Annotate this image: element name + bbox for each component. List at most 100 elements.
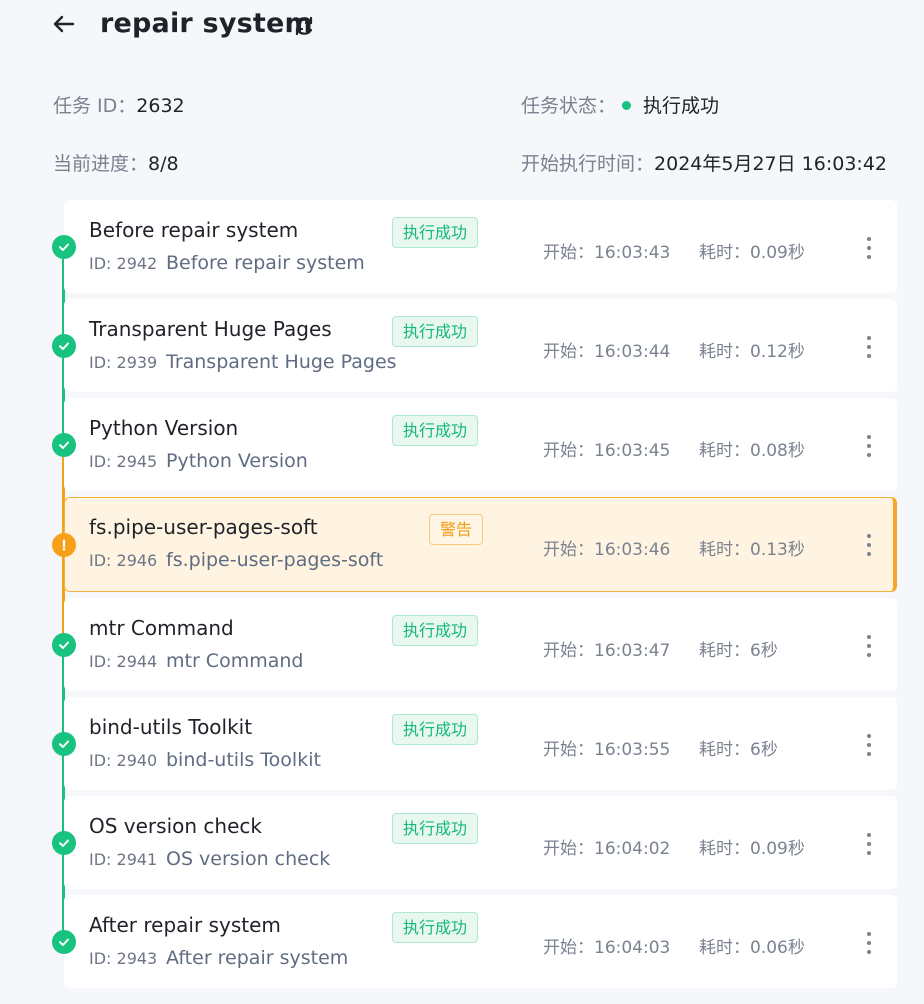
page-header: repair system (0, 0, 924, 56)
step-name: Before repair system (89, 218, 299, 242)
step-start-time: 开始：16:03:44 (543, 342, 671, 362)
more-vertical-icon (867, 435, 871, 457)
step-start-time: 开始：16:03:46 (543, 540, 671, 560)
more-options-button[interactable] (861, 334, 877, 360)
step-name: Python Version (89, 416, 239, 440)
more-vertical-icon (867, 833, 871, 855)
step-description: After repair system (166, 947, 349, 969)
step-card[interactable]: bind-utils Toolkit 执行成功 ID: 2940 bind-ut… (64, 697, 897, 790)
step-duration: 耗时：0.08秒 (699, 441, 805, 461)
status-badge: 警告 (429, 514, 484, 545)
check-icon (59, 342, 69, 350)
step-card[interactable]: OS version check 执行成功 ID: 2941 OS versio… (64, 796, 897, 889)
timeline-node-success (52, 831, 76, 855)
step-description: bind-utils Toolkit (166, 749, 321, 771)
task-status-label: 任务状态： (521, 95, 617, 117)
step-card[interactable]: Python Version 执行成功 ID: 2945 Python Vers… (64, 398, 897, 491)
more-options-button[interactable] (861, 930, 877, 956)
timeline-node-success (52, 930, 76, 954)
status-badge: 执行成功 (392, 615, 479, 646)
status-badge: 执行成功 (392, 813, 479, 844)
step-card-warning[interactable]: fs.pipe-user-pages-soft 警告 ID: 2946 fs.p… (64, 497, 897, 592)
more-vertical-icon (867, 237, 871, 259)
step-start-time: 开始：16:04:02 (543, 839, 671, 859)
check-icon (59, 740, 69, 748)
check-icon (59, 641, 69, 649)
more-options-button[interactable] (861, 532, 877, 558)
more-options-button[interactable] (861, 633, 877, 659)
status-badge: 执行成功 (392, 714, 479, 745)
step-name: Transparent Huge Pages (89, 317, 332, 341)
step-card[interactable]: Transparent Huge Pages 执行成功 ID: 2939 Tra… (64, 299, 897, 392)
step-id: ID: 2946 (89, 551, 158, 570)
step-start-time: 开始：16:03:45 (543, 441, 671, 461)
back-button[interactable] (50, 10, 78, 38)
step-duration: 耗时：0.06秒 (699, 938, 805, 958)
step-duration: 耗时：0.09秒 (699, 243, 805, 263)
step-name: bind-utils Toolkit (89, 715, 253, 739)
check-icon (59, 839, 69, 847)
step-start-time: 开始：16:04:03 (543, 938, 671, 958)
exclamation-icon (62, 539, 66, 551)
step-card[interactable]: Before repair system 执行成功 ID: 2942 Befor… (64, 200, 897, 293)
timeline-node-success (52, 433, 76, 457)
more-vertical-icon (867, 336, 871, 358)
refresh-button[interactable] (292, 14, 316, 38)
step-id: ID: 2940 (89, 751, 158, 770)
more-options-button[interactable] (861, 235, 877, 261)
more-vertical-icon (867, 635, 871, 657)
step-card[interactable]: After repair system 执行成功 ID: 2943 After … (64, 895, 897, 988)
timeline-node-success (52, 732, 76, 756)
progress-info: 当前进度：8/8 (53, 149, 179, 176)
step-duration: 耗时：0.12秒 (699, 342, 805, 362)
more-vertical-icon (867, 734, 871, 756)
step-name: fs.pipe-user-pages-soft (89, 515, 318, 539)
check-icon (59, 938, 69, 946)
step-id: ID: 2945 (89, 452, 158, 471)
step-description: Python Version (166, 450, 308, 472)
status-badge: 执行成功 (392, 912, 479, 943)
task-id-info: 任务 ID：2632 (53, 91, 185, 118)
arrow-left-icon (53, 15, 75, 33)
step-card[interactable]: mtr Command 执行成功 ID: 2944 mtr Command 开始… (64, 598, 897, 691)
step-id: ID: 2942 (89, 254, 158, 273)
more-options-button[interactable] (861, 831, 877, 857)
task-id-label: 任务 ID： (53, 95, 137, 117)
step-duration: 耗时：0.13秒 (699, 540, 805, 560)
timeline-node-success (52, 334, 76, 358)
step-description: OS version check (166, 848, 331, 870)
step-duration: 耗时：0.09秒 (699, 839, 805, 859)
step-id: ID: 2944 (89, 652, 158, 671)
start-time-label: 开始执行时间： (521, 153, 655, 175)
step-start-time: 开始：16:03:47 (543, 641, 671, 661)
page-title: repair system (100, 8, 313, 39)
start-time-info: 开始执行时间：2024年5月27日 16:03:42 (521, 149, 887, 176)
more-vertical-icon (867, 932, 871, 954)
step-start-time: 开始：16:03:43 (543, 243, 671, 263)
timeline-node-success (52, 633, 76, 657)
step-start-time: 开始：16:03:55 (543, 740, 671, 760)
timeline-node-success (52, 235, 76, 259)
more-options-button[interactable] (861, 433, 877, 459)
status-badge: 执行成功 (392, 217, 479, 248)
step-id: ID: 2943 (89, 949, 158, 968)
step-description: Before repair system (166, 252, 365, 274)
step-id: ID: 2939 (89, 353, 158, 372)
start-time-value: 2024年5月27日 16:03:42 (654, 153, 888, 175)
step-duration: 耗时：6秒 (699, 641, 778, 661)
status-dot (622, 101, 632, 110)
progress-label: 当前进度： (53, 153, 149, 175)
task-id-value: 2632 (136, 95, 185, 117)
status-badge: 执行成功 (392, 316, 479, 347)
refresh-icon (295, 16, 313, 36)
step-name: After repair system (89, 913, 281, 937)
step-id: ID: 2941 (89, 850, 158, 869)
step-name: mtr Command (89, 616, 234, 640)
more-options-button[interactable] (861, 732, 877, 758)
task-status-info: 任务状态： 执行成功 (521, 91, 719, 118)
more-vertical-icon (867, 534, 871, 556)
step-description: fs.pipe-user-pages-soft (166, 549, 384, 571)
step-duration: 耗时：6秒 (699, 740, 778, 760)
check-icon (59, 441, 69, 449)
step-description: mtr Command (166, 650, 304, 672)
